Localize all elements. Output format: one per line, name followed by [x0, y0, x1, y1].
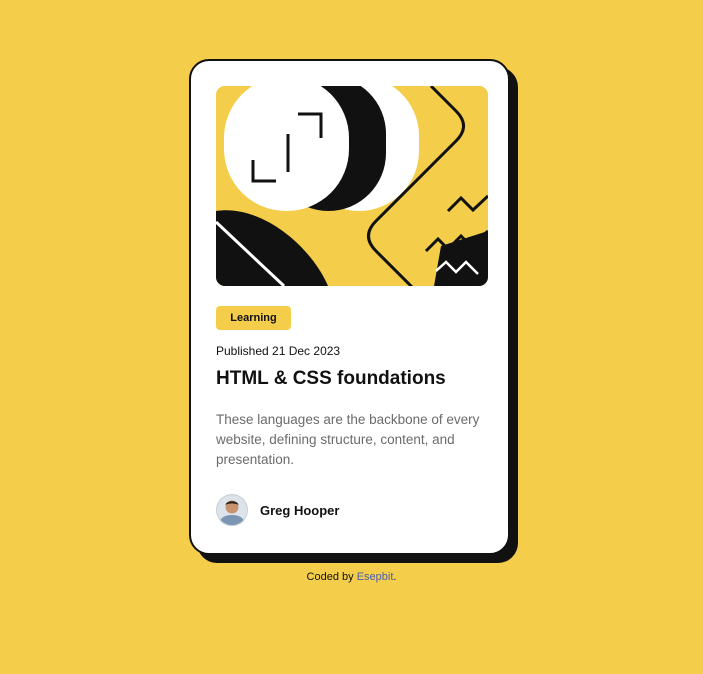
blog-preview-card: Learning Published 21 Dec 2023 HTML & CS… [189, 59, 510, 555]
author: Greg Hooper [216, 494, 339, 526]
category-tag: Learning [216, 306, 291, 330]
card-illustration [216, 86, 488, 286]
avatar [216, 494, 248, 526]
author-name: Greg Hooper [260, 502, 340, 518]
attribution-suffix: . [393, 571, 397, 583]
attribution-prefix: Coded by [306, 571, 357, 583]
published-date: Published 21 Dec 2023 [216, 344, 341, 358]
illustration-graphic [216, 86, 488, 286]
attribution-footer: Coded by Esepbit. [0, 571, 703, 583]
attribution-link[interactable]: Esepbit [357, 571, 394, 583]
card-title[interactable]: HTML & CSS foundations [216, 368, 446, 390]
card-description: These languages are the backbone of ever… [216, 412, 480, 467]
